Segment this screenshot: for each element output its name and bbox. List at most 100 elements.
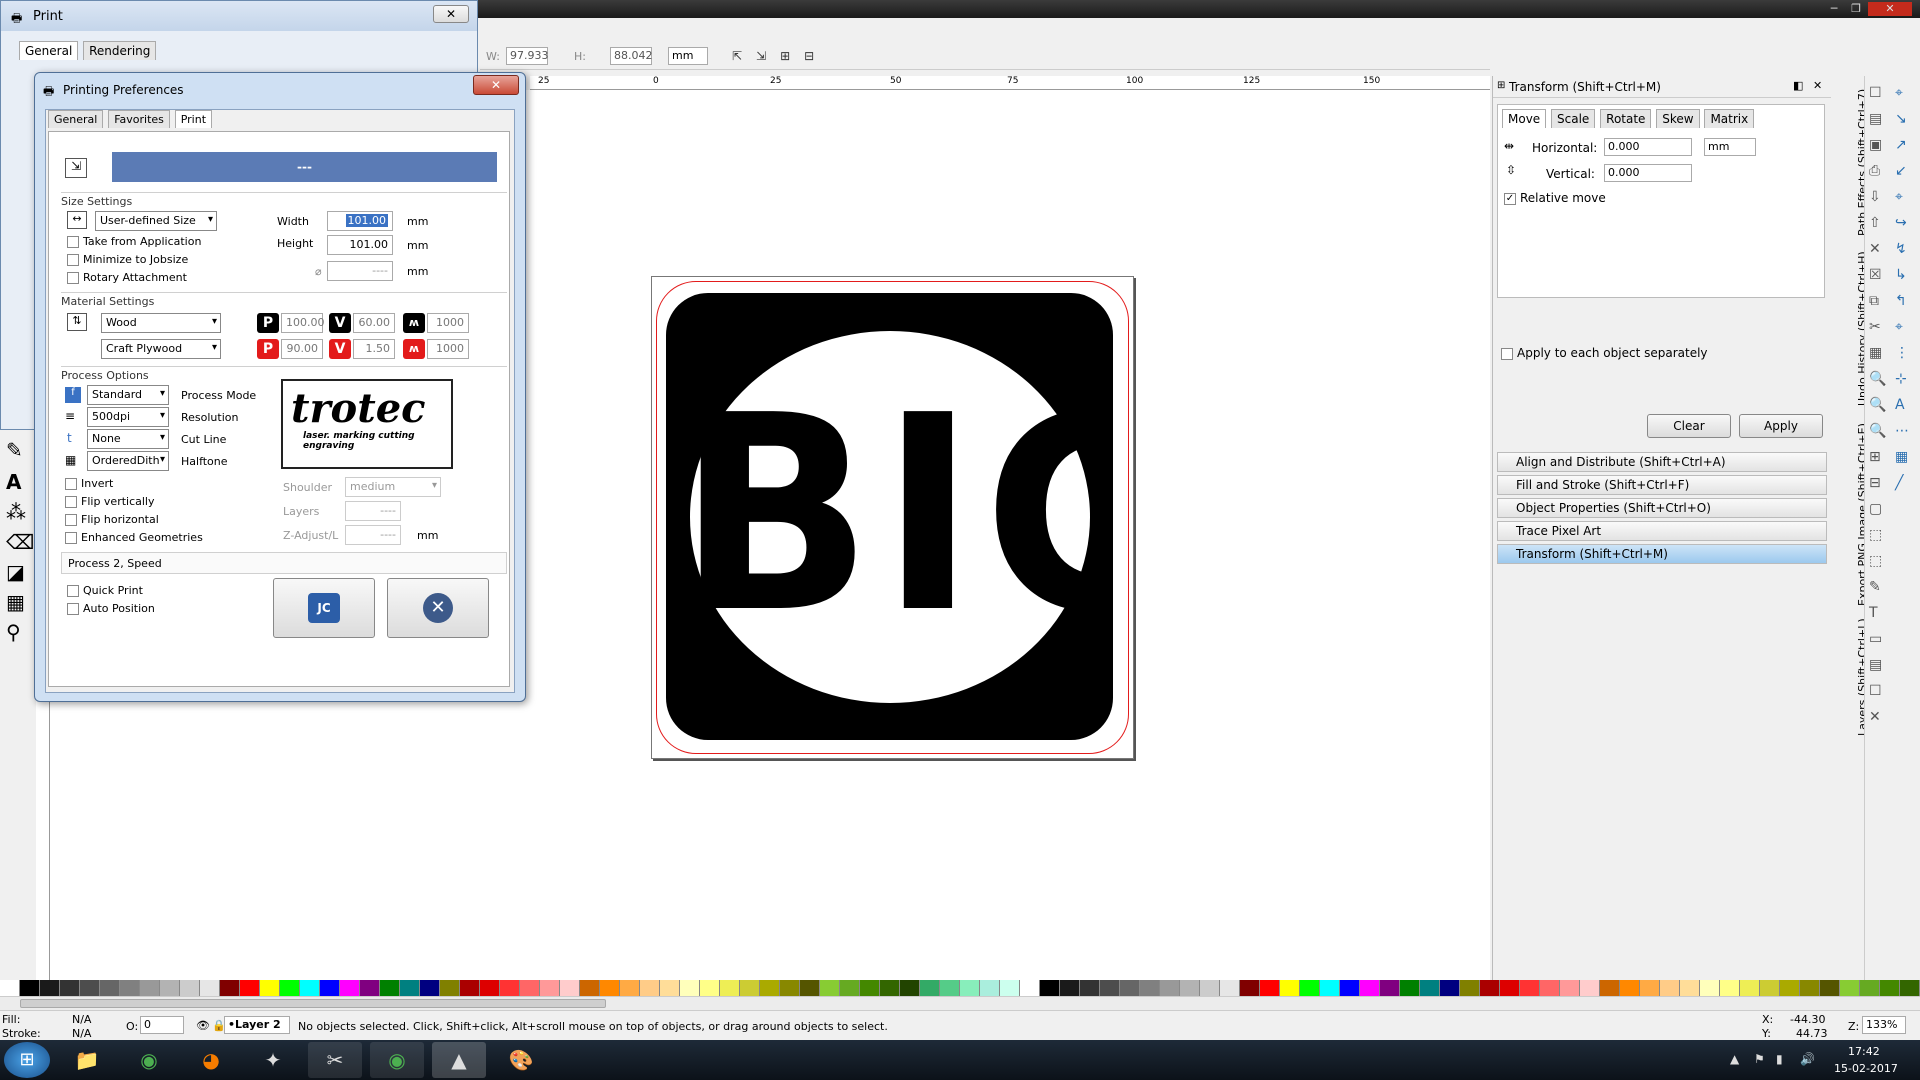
minimize-jobsize-checkbox[interactable]: Minimize to Jobsize bbox=[67, 253, 188, 266]
palette-swatch[interactable] bbox=[420, 980, 440, 996]
material-select[interactable]: Wood bbox=[101, 313, 221, 333]
shoulder-select[interactable]: medium bbox=[345, 477, 441, 497]
palette-swatch[interactable] bbox=[660, 980, 680, 996]
close-icon[interactable]: ✕ bbox=[1868, 2, 1912, 16]
tab-print[interactable]: Print bbox=[174, 110, 213, 128]
palette-swatch[interactable] bbox=[780, 980, 800, 996]
explorer-icon[interactable]: 📁 bbox=[60, 1042, 114, 1078]
palette-swatch[interactable] bbox=[920, 980, 940, 996]
clear-button[interactable]: Clear bbox=[1647, 414, 1731, 438]
palette-swatch[interactable] bbox=[1780, 980, 1800, 996]
palette-swatch[interactable] bbox=[20, 980, 40, 996]
chrome-icon[interactable]: ◉ bbox=[122, 1042, 176, 1078]
maximize-icon[interactable]: ❐ bbox=[1846, 2, 1866, 16]
palette-swatch[interactable] bbox=[1660, 980, 1680, 996]
palette-swatch[interactable] bbox=[900, 980, 920, 996]
flip-horizontal-checkbox[interactable]: Flip horizontal bbox=[65, 513, 159, 526]
palette-swatch[interactable] bbox=[1760, 980, 1780, 996]
palette-swatch[interactable] bbox=[1840, 980, 1860, 996]
opacity-input[interactable]: 0 bbox=[140, 1016, 184, 1034]
apply-each-checkbox[interactable]: Apply to each object separately bbox=[1501, 346, 1708, 360]
palette-swatch[interactable] bbox=[1400, 980, 1420, 996]
palette-swatch[interactable] bbox=[120, 980, 140, 996]
material-sub-select[interactable]: Craft Plywood bbox=[101, 339, 221, 359]
transform-toggle-icons[interactable]: ⇱⇲⊞⊟ bbox=[732, 49, 828, 63]
velocity-value-1[interactable]: 60.00 bbox=[353, 313, 395, 333]
frequency-value-1[interactable]: 1000 bbox=[427, 313, 469, 333]
tab-move[interactable]: Move bbox=[1502, 109, 1547, 128]
cancel-button[interactable]: ✕ bbox=[387, 578, 489, 638]
palette-swatch[interactable] bbox=[1040, 980, 1060, 996]
velocity-value-2[interactable]: 1.50 bbox=[353, 339, 395, 359]
start-button[interactable]: ⊞ bbox=[4, 1042, 50, 1078]
width-input[interactable]: 101.00 bbox=[327, 211, 393, 231]
palette-swatch[interactable] bbox=[680, 980, 700, 996]
palette-swatch[interactable] bbox=[1420, 980, 1440, 996]
palette-swatch[interactable] bbox=[180, 980, 200, 996]
apply-button[interactable]: Apply bbox=[1739, 414, 1823, 438]
commands-icons[interactable]: ☐ ▤ ▣ ⎙ ⇩ ⇧ ✕ ☒ ⧉ ✂ ▦ 🔍 🔍 🔍 ⊞ ⊟ ▢ ⬚ ⬚ ✎ T ▭ ▤ ☐ ✕ bbox=[1869, 80, 1889, 730]
process-mode-select[interactable]: Standard bbox=[87, 385, 169, 405]
firefox-icon[interactable]: ◕ bbox=[184, 1042, 238, 1078]
palette-swatch[interactable] bbox=[1800, 980, 1820, 996]
quick-print-checkbox[interactable]: Quick Print bbox=[67, 584, 143, 597]
palette-swatch[interactable] bbox=[1120, 980, 1140, 996]
app-icon[interactable]: ✂ bbox=[308, 1042, 362, 1078]
take-from-app-checkbox[interactable]: Take from Application bbox=[67, 235, 201, 248]
palette-swatch[interactable] bbox=[440, 980, 460, 996]
tab-general[interactable]: General bbox=[19, 41, 79, 60]
palette-swatch[interactable] bbox=[1900, 980, 1920, 996]
flag-icon[interactable]: ⚑ bbox=[1754, 1052, 1765, 1066]
palette-swatch[interactable] bbox=[1060, 980, 1080, 996]
palette-swatch[interactable] bbox=[300, 980, 320, 996]
diameter-input[interactable]: ---- bbox=[327, 261, 393, 281]
power-value-1[interactable]: 100.00 bbox=[281, 313, 325, 333]
text-tool-icon[interactable]: A bbox=[6, 470, 28, 494]
palette-swatch[interactable] bbox=[80, 980, 100, 996]
h-input[interactable]: 88.042 bbox=[610, 47, 653, 65]
palette-swatch[interactable] bbox=[240, 980, 260, 996]
palette-swatch[interactable] bbox=[400, 980, 420, 996]
palette-swatch[interactable] bbox=[1720, 980, 1740, 996]
palette-swatch[interactable] bbox=[1080, 980, 1100, 996]
palette-swatch[interactable] bbox=[760, 980, 780, 996]
palette-swatch[interactable] bbox=[500, 980, 520, 996]
flip-vertical-checkbox[interactable]: Flip vertically bbox=[65, 495, 155, 508]
chrome-icon[interactable]: ◉ bbox=[370, 1042, 424, 1078]
resolution-select[interactable]: 500dpi bbox=[87, 407, 169, 427]
palette-swatch[interactable] bbox=[720, 980, 740, 996]
height-input[interactable]: 101.00 bbox=[327, 235, 393, 255]
palette-swatch[interactable] bbox=[1300, 980, 1320, 996]
relative-move-checkbox[interactable]: ✓ Relative move bbox=[1504, 191, 1606, 205]
palette-swatch[interactable] bbox=[1820, 980, 1840, 996]
palette-swatch[interactable] bbox=[860, 980, 880, 996]
palette-swatch[interactable] bbox=[800, 980, 820, 996]
palette-swatch[interactable] bbox=[60, 980, 80, 996]
palette-swatch[interactable] bbox=[1280, 980, 1300, 996]
palette-swatch[interactable] bbox=[1680, 980, 1700, 996]
size-preset-select[interactable]: User-defined Size bbox=[95, 211, 217, 231]
palette-swatch[interactable] bbox=[1560, 980, 1580, 996]
palette-swatch[interactable] bbox=[1340, 980, 1360, 996]
palette-swatch[interactable] bbox=[360, 980, 380, 996]
palette-swatch[interactable] bbox=[880, 980, 900, 996]
palette-swatch[interactable] bbox=[1580, 980, 1600, 996]
palette-swatch[interactable] bbox=[1640, 980, 1660, 996]
palette-swatch[interactable] bbox=[1260, 980, 1280, 996]
dropper-tool-icon[interactable]: ⚲ bbox=[6, 620, 28, 644]
inkscape-icon[interactable]: ▲ bbox=[432, 1042, 486, 1078]
palette-swatch[interactable] bbox=[940, 980, 960, 996]
palette-swatch[interactable] bbox=[700, 980, 720, 996]
palette-swatch[interactable] bbox=[1020, 980, 1040, 996]
zoom-input[interactable]: 133% bbox=[1862, 1016, 1906, 1034]
palette-swatch[interactable] bbox=[0, 980, 20, 996]
horizontal-input[interactable]: 0.000 bbox=[1604, 138, 1692, 156]
eraser-tool-icon[interactable]: ⌫ bbox=[6, 530, 34, 554]
palette-swatch[interactable] bbox=[840, 980, 860, 996]
cut-line-select[interactable]: None bbox=[87, 429, 169, 449]
palette-swatch[interactable] bbox=[1240, 980, 1260, 996]
unit-select[interactable]: mm bbox=[668, 47, 708, 65]
palette-swatch[interactable] bbox=[1460, 980, 1480, 996]
gradient-tool-icon[interactable]: ▦ bbox=[6, 590, 28, 614]
palette-swatch[interactable] bbox=[1180, 980, 1200, 996]
